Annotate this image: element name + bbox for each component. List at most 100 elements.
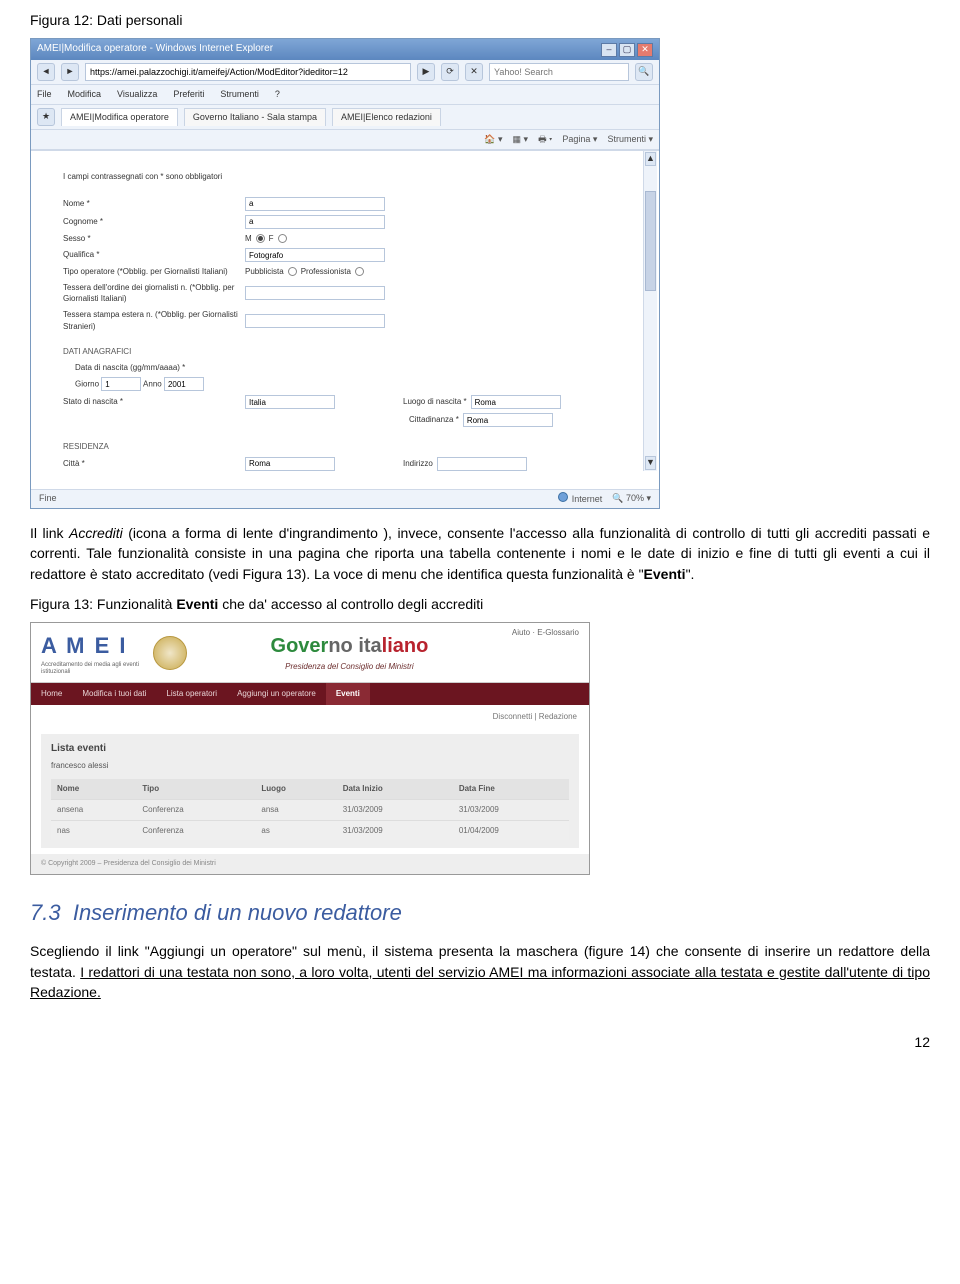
- indirizzo-input[interactable]: [437, 457, 527, 471]
- governo-italiano-title: Governo italiano: [271, 632, 429, 661]
- nav-home[interactable]: Home: [31, 683, 72, 705]
- nav-aggiungi-operatore[interactable]: Aggiungi un operatore: [227, 683, 326, 705]
- ie-toolbar: 🏠 ▾ ▦ ▾ 🖶 ▾ Pagina ▾ Strumenti ▾: [31, 130, 659, 150]
- mandatory-fields-note: I campi contrassegnati con * sono obblig…: [63, 171, 645, 183]
- luogo-nascita-input[interactable]: [471, 395, 561, 409]
- pubblicista-radio[interactable]: [288, 267, 297, 276]
- amei-logo-text: A M E I: [41, 630, 141, 662]
- citta-label: Città *: [45, 458, 245, 470]
- cittadinanza-label: Cittadinanza *: [409, 414, 459, 426]
- table-row[interactable]: ansenaConferenzaansa31/03/200931/03/2009: [51, 799, 569, 820]
- eventi-table: Nome Tipo Luogo Data Inizio Data Fine an…: [51, 779, 569, 840]
- professionista-label: Professionista: [301, 266, 351, 278]
- indirizzo-label: Indirizzo: [403, 458, 433, 470]
- address-input[interactable]: [85, 63, 411, 81]
- pubblicista-label: Pubblicista: [245, 266, 284, 278]
- window-titlebar: AMEI|Modifica operatore - Windows Intern…: [31, 39, 659, 60]
- window-maximize-button[interactable]: ▢: [619, 43, 635, 57]
- redattori-note-underlined: I redattori di una testata non sono, a l…: [30, 964, 930, 1000]
- print-icon[interactable]: 🖶 ▾: [538, 133, 552, 146]
- section-title: Inserimento di un nuovo redattore: [73, 900, 402, 925]
- section-number: 7.3: [30, 900, 61, 925]
- data-nascita-label: Data di nascita (gg/mm/aaaa) *: [45, 362, 245, 374]
- globe-icon: [558, 492, 568, 502]
- window-close-button[interactable]: ✕: [637, 43, 653, 57]
- tab-modifica-operatore[interactable]: AMEI|Modifica operatore: [61, 108, 178, 126]
- menu-edit[interactable]: Modifica: [68, 88, 102, 101]
- scroll-thumb[interactable]: [645, 191, 656, 291]
- tab-governo-italiano[interactable]: Governo Italiano - Sala stampa: [184, 108, 326, 126]
- amei-footer: © Copyright 2009 – Presidenza del Consig…: [31, 854, 589, 874]
- anno-input[interactable]: [164, 377, 204, 391]
- search-button[interactable]: 🔍: [635, 63, 653, 81]
- address-bar-row: ◄ ► ▶ ⟳ ✕ 🔍: [31, 60, 659, 85]
- sesso-f-radio[interactable]: [278, 234, 287, 243]
- utility-links[interactable]: Aiuto · E-Glossario: [512, 627, 579, 639]
- amei-logo: A M E I Accreditamento dei media agli ev…: [41, 630, 141, 675]
- nav-eventi[interactable]: Eventi: [326, 683, 370, 705]
- cittadinanza-input[interactable]: [463, 413, 553, 427]
- dati-anagrafici-heading: DATI ANAGRAFICI: [63, 346, 645, 358]
- nav-modifica-dati[interactable]: Modifica i tuoi dati: [72, 683, 156, 705]
- sesso-m-radio[interactable]: [256, 234, 265, 243]
- table-row[interactable]: nasConferenzaas31/03/200901/04/2009: [51, 820, 569, 840]
- favorites-icon[interactable]: ★: [37, 108, 55, 126]
- residenza-heading: RESIDENZA: [63, 441, 645, 453]
- citta-input[interactable]: [245, 457, 335, 471]
- anno-label: Anno: [143, 380, 162, 389]
- amei-header: A M E I Accreditamento dei media agli ev…: [31, 623, 589, 683]
- nome-input[interactable]: [245, 197, 385, 211]
- menu-bar: File Modifica Visualizza Preferiti Strum…: [31, 85, 659, 105]
- nav-back-button[interactable]: ◄: [37, 63, 55, 81]
- form-body: I campi contrassegnati con * sono obblig…: [31, 150, 659, 489]
- vertical-scrollbar[interactable]: ▲ ▼: [643, 151, 657, 471]
- menu-tools[interactable]: Strumenti: [220, 88, 259, 101]
- stato-nascita-input[interactable]: [245, 395, 335, 409]
- session-links[interactable]: Disconnetti | Redazione: [31, 705, 589, 729]
- paragraph-inserimento: Scegliendo il link "Aggiungi un operator…: [30, 941, 930, 1002]
- paragraph-accrediti: Il link Accrediti (icona a forma di lent…: [30, 523, 930, 584]
- figure12-caption: Figura 12: Dati personali: [30, 10, 930, 30]
- lista-eventi-panel: Lista eventi francesco alessi Nome Tipo …: [41, 734, 579, 848]
- search-input[interactable]: [489, 63, 629, 81]
- stop-button[interactable]: ✕: [465, 63, 483, 81]
- feeds-icon[interactable]: ▦ ▾: [513, 133, 529, 146]
- menu-help[interactable]: ?: [275, 88, 280, 101]
- nav-lista-operatori[interactable]: Lista operatori: [156, 683, 227, 705]
- page-number: 12: [30, 1032, 930, 1052]
- tab-elenco-redazioni[interactable]: AMEI|Elenco redazioni: [332, 108, 441, 126]
- tessera-it-label: Tessera dell'ordine dei giornalisti n. (…: [45, 282, 245, 305]
- th-tipo: Tipo: [136, 779, 255, 799]
- go-button[interactable]: ▶: [417, 63, 435, 81]
- menu-file[interactable]: File: [37, 88, 52, 101]
- cognome-input[interactable]: [245, 215, 385, 229]
- scroll-down-icon[interactable]: ▼: [645, 456, 656, 470]
- window-controls: – ▢ ✕: [601, 43, 653, 57]
- cognome-label: Cognome *: [45, 216, 245, 228]
- lista-eventi-user: francesco alessi: [51, 760, 569, 772]
- nav-forward-button[interactable]: ►: [61, 63, 79, 81]
- presidenza-subtitle: Presidenza del Consiglio dei Ministri: [285, 661, 414, 673]
- section-heading: 7.3 Inserimento di un nuovo redattore: [30, 897, 930, 929]
- home-icon[interactable]: 🏠 ▾: [484, 133, 502, 146]
- qualifica-label: Qualifica *: [45, 249, 245, 261]
- th-luogo: Luogo: [255, 779, 336, 799]
- refresh-button[interactable]: ⟳: [441, 63, 459, 81]
- tessera-est-input[interactable]: [245, 314, 385, 328]
- window-minimize-button[interactable]: –: [601, 43, 617, 57]
- professionista-radio[interactable]: [355, 267, 364, 276]
- sesso-label: Sesso *: [45, 233, 245, 245]
- giorno-input[interactable]: [101, 377, 141, 391]
- page-menu[interactable]: Pagina ▾: [562, 133, 597, 146]
- scroll-up-icon[interactable]: ▲: [645, 152, 656, 166]
- status-zoom[interactable]: 🔍 70% ▾: [612, 492, 651, 505]
- status-left: Fine: [39, 492, 57, 505]
- menu-favorites[interactable]: Preferiti: [173, 88, 204, 101]
- tools-menu[interactable]: Strumenti ▾: [607, 133, 653, 146]
- qualifica-select[interactable]: [245, 248, 385, 262]
- tessera-it-input[interactable]: [245, 286, 385, 300]
- menu-view[interactable]: Visualizza: [117, 88, 157, 101]
- amei-logo-subtitle: Accreditamento dei media agli eventi ist…: [41, 662, 141, 675]
- accrediti-link-text: Accrediti: [69, 525, 123, 541]
- figure12-browser-window: AMEI|Modifica operatore - Windows Intern…: [30, 38, 660, 509]
